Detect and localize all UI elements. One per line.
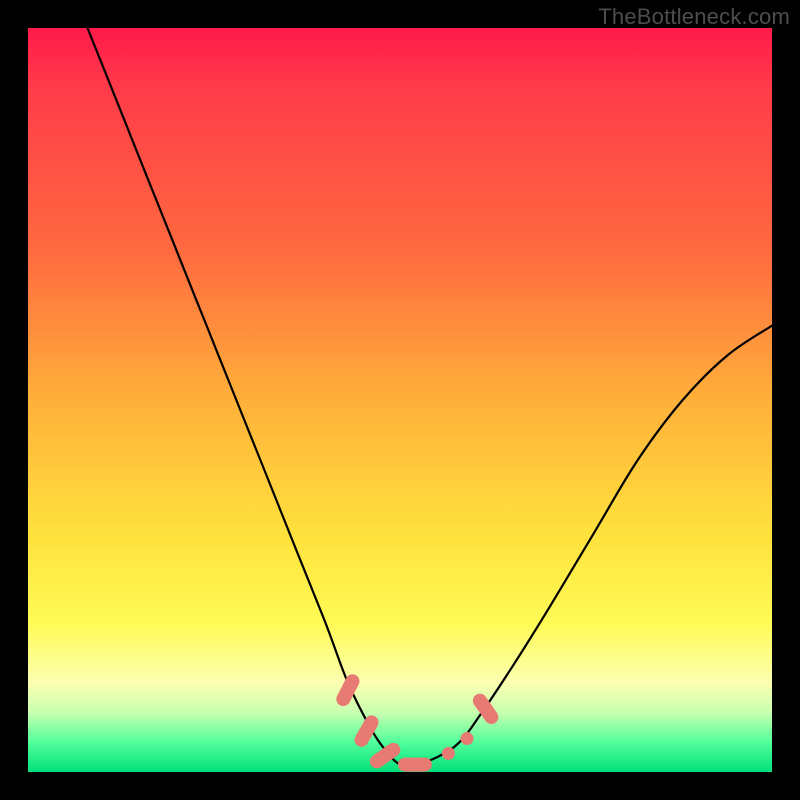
curve-svg — [28, 28, 772, 772]
bottleneck-curve — [88, 28, 773, 766]
chart-frame: TheBottleneck.com — [0, 0, 800, 800]
watermark-text: TheBottleneck.com — [598, 4, 790, 30]
marker-pill — [352, 713, 381, 749]
marker-dot — [442, 747, 455, 760]
marker-dot — [461, 732, 474, 745]
marker-pill — [367, 740, 403, 771]
plot-area — [28, 28, 772, 772]
marker-pill — [398, 758, 432, 772]
